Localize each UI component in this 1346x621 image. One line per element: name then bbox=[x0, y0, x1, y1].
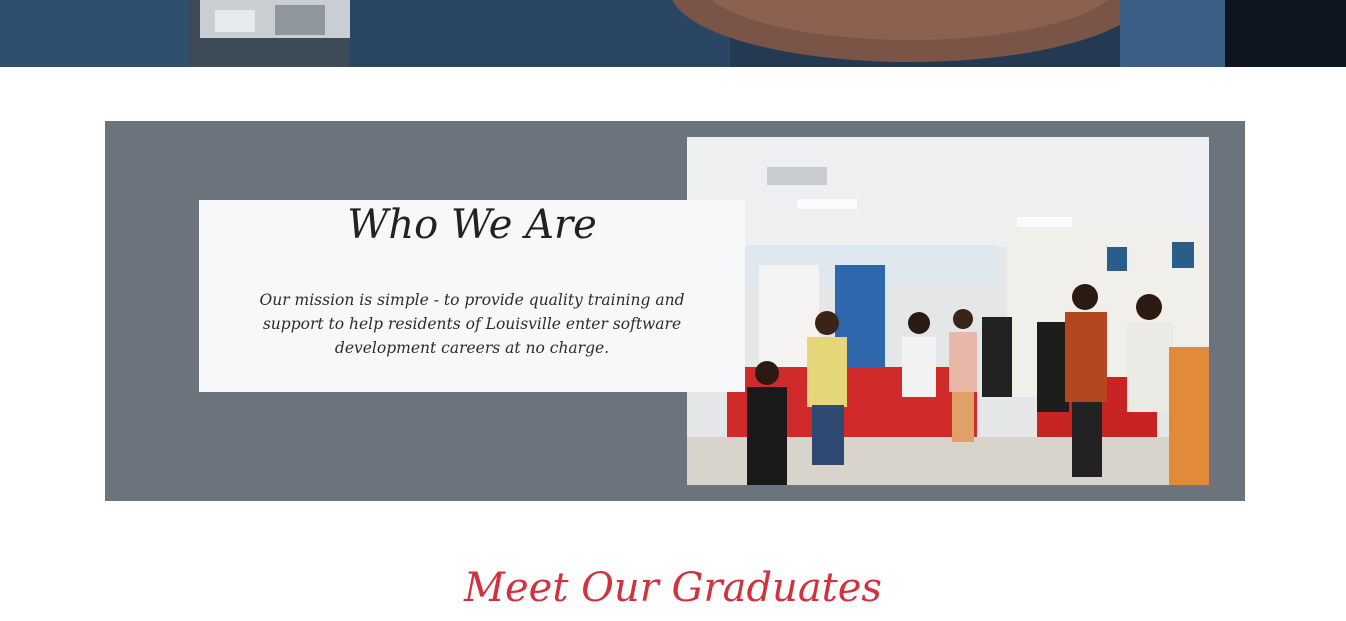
who-we-are-section: Who We Are Our mission is simple - to pr… bbox=[105, 121, 1245, 501]
hero-image bbox=[0, 0, 1346, 67]
who-we-are-card: Who We Are Our mission is simple - to pr… bbox=[199, 200, 745, 392]
mission-text: Our mission is simple - to provide quali… bbox=[259, 291, 685, 357]
who-we-are-title: Who We Are bbox=[347, 202, 597, 248]
page: Who We Are Our mission is simple - to pr… bbox=[0, 0, 1346, 621]
meet-our-graduates-heading: Meet Our Graduates bbox=[464, 565, 882, 611]
event-photo bbox=[687, 137, 1209, 485]
